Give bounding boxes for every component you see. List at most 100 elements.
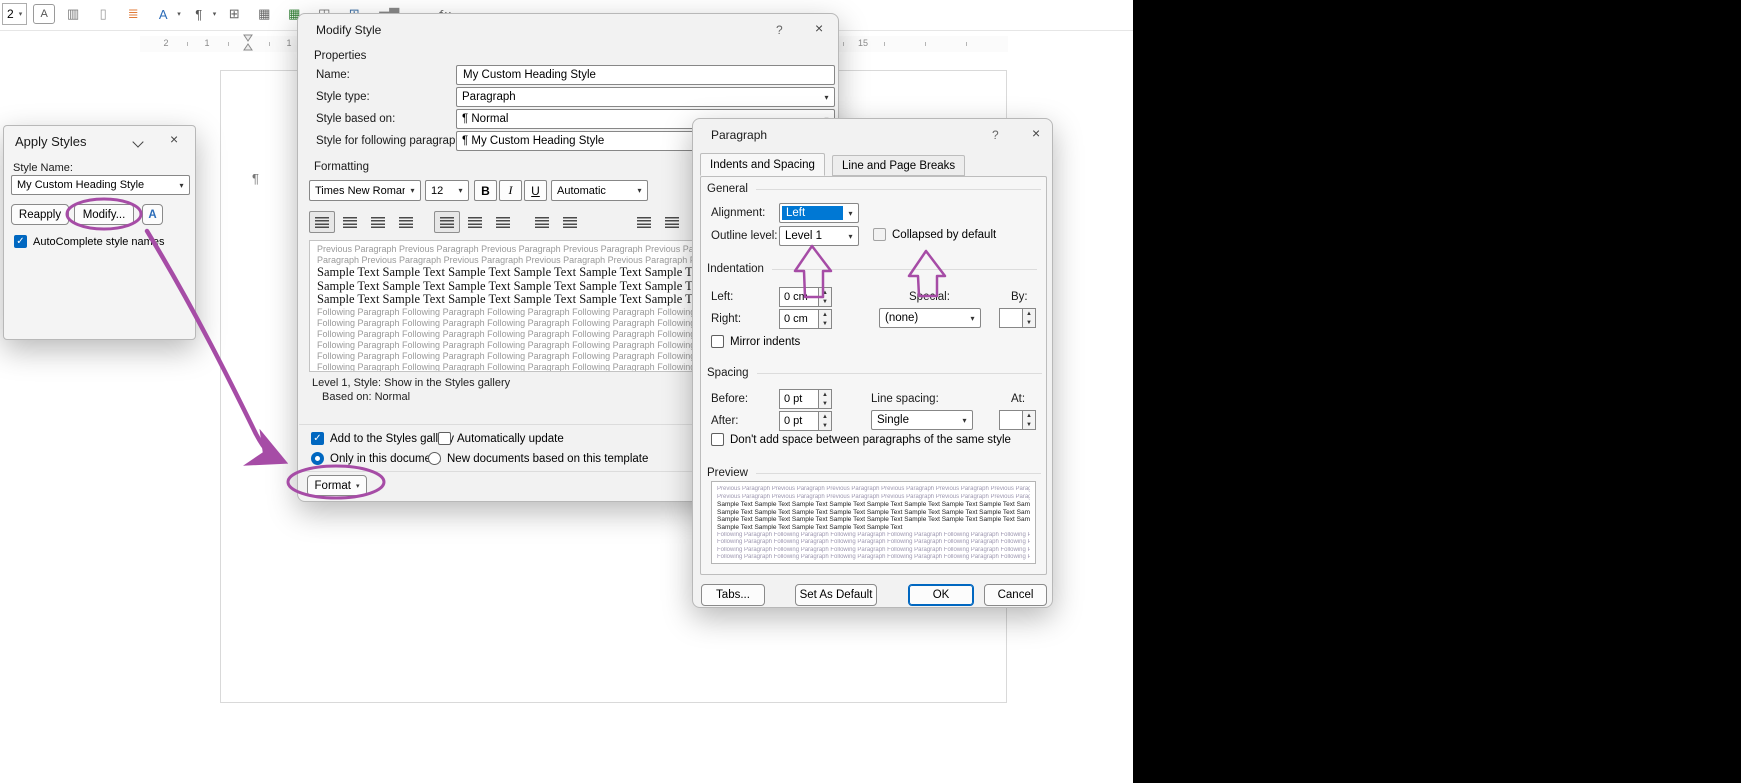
special-dropdown[interactable]: (none) ▾ bbox=[879, 308, 981, 328]
dropdown-arrow-icon[interactable]: ▾ bbox=[957, 416, 972, 425]
spinner-down-icon[interactable]: ▼ bbox=[819, 319, 831, 328]
preview-section-label: Preview bbox=[707, 467, 1041, 479]
spinner-up-icon[interactable]: ▲ bbox=[819, 412, 831, 421]
new-documents-radio[interactable]: New documents based on this template bbox=[428, 452, 648, 465]
style-name-label: Style Name: bbox=[13, 162, 73, 174]
screenshot-canvas: 2 ▾ A▥▯≣A▾¶▾⊞▦▦◫⊞▂▅▇▬ƒx 2112345678910111… bbox=[0, 0, 1741, 783]
close-icon[interactable]: × bbox=[1032, 125, 1040, 141]
format-button[interactable]: Format ▾ bbox=[307, 475, 367, 496]
spinner-down-icon[interactable]: ▼ bbox=[1023, 318, 1035, 327]
tabs-button[interactable]: Tabs... bbox=[701, 584, 765, 606]
at-label: At: bbox=[1011, 393, 1026, 405]
dropdown-arrow-icon[interactable]: ▾ bbox=[843, 232, 858, 241]
close-icon[interactable]: × bbox=[815, 20, 823, 36]
double-spacing-button[interactable] bbox=[490, 211, 516, 233]
insert-table-icon[interactable]: ▦ bbox=[252, 3, 276, 25]
increase-space-before-button[interactable] bbox=[529, 211, 555, 233]
spinner-down-icon[interactable]: ▼ bbox=[819, 421, 831, 430]
ok-button[interactable]: OK bbox=[908, 584, 974, 606]
tab-line-and-page-breaks[interactable]: Line and Page Breaks bbox=[832, 155, 966, 176]
text-box-icon[interactable]: A bbox=[33, 4, 56, 24]
help-icon[interactable]: ? bbox=[776, 23, 783, 37]
blank-page-icon[interactable]: ▯ bbox=[91, 3, 115, 25]
indent-marker-icon[interactable] bbox=[242, 34, 254, 52]
dropdown-arrow-icon[interactable]: ▾ bbox=[405, 186, 420, 195]
name-field[interactable]: My Custom Heading Style bbox=[456, 65, 835, 85]
align-justify-button[interactable] bbox=[393, 211, 419, 233]
spinner-up-icon[interactable]: ▲ bbox=[819, 390, 831, 399]
underline-button[interactable]: U bbox=[524, 180, 547, 201]
only-in-document-radio[interactable]: Only in this document bbox=[311, 452, 441, 465]
only-in-document-label: Only in this document bbox=[330, 452, 441, 465]
dropdown-arrow-icon[interactable]: ▾ bbox=[965, 314, 980, 323]
font-color-icon-arrow[interactable]: ▾ bbox=[177, 10, 181, 18]
mirror-indents-label: Mirror indents bbox=[730, 335, 801, 348]
indent-left-spinner[interactable]: 0 cm ▲ ▼ bbox=[779, 287, 832, 307]
add-to-gallery-checkbox[interactable]: ✓ Add to the Styles gallery bbox=[311, 432, 454, 445]
reapply-button[interactable]: Reapply bbox=[11, 204, 69, 225]
font-color-icon[interactable]: A bbox=[151, 3, 175, 25]
dropdown-arrow-icon[interactable]: ▾ bbox=[632, 186, 647, 195]
indent-right-spinner[interactable]: 0 cm ▲ ▼ bbox=[779, 309, 832, 329]
help-icon[interactable]: ? bbox=[992, 128, 999, 142]
font-color-dropdown[interactable]: Automatic ▾ bbox=[551, 180, 648, 201]
spinner-up-icon[interactable]: ▲ bbox=[819, 310, 831, 319]
single-spacing-icon bbox=[440, 216, 454, 228]
align-left-button[interactable] bbox=[309, 211, 335, 233]
chevron-down-icon[interactable] bbox=[132, 136, 144, 148]
style-preview-toggle-icon[interactable]: A bbox=[142, 204, 163, 225]
font-name-dropdown[interactable]: Times New Roman ▾ bbox=[309, 180, 421, 201]
mirror-indents-checkbox[interactable]: Mirror indents bbox=[711, 335, 800, 348]
numbered-list-icon[interactable]: ≣ bbox=[121, 3, 145, 25]
spacing-before-spinner[interactable]: 0 pt ▲ ▼ bbox=[779, 389, 832, 409]
tab-label: Indents and Spacing bbox=[710, 158, 815, 171]
style-description-line1: Level 1, Style: Show in the Styles galle… bbox=[312, 377, 511, 389]
zoom-dropdown-icon[interactable]: ▾ bbox=[19, 10, 23, 18]
spacing-after-spinner[interactable]: 0 pt ▲ ▼ bbox=[779, 411, 832, 431]
single-spacing-button[interactable] bbox=[434, 211, 460, 233]
bold-button[interactable]: B bbox=[474, 180, 497, 201]
paragraph-direction-icon-arrow[interactable]: ▾ bbox=[213, 10, 217, 18]
cancel-button[interactable]: Cancel bbox=[984, 584, 1047, 606]
table-grid-icon[interactable]: ⊞ bbox=[222, 3, 246, 25]
dropdown-arrow-icon[interactable]: ▾ bbox=[174, 181, 189, 190]
style-name-combobox[interactable]: My Custom Heading Style ▾ bbox=[11, 175, 190, 195]
style-type-dropdown[interactable]: Paragraph ▾ bbox=[456, 87, 835, 107]
set-as-default-button[interactable]: Set As Default bbox=[795, 584, 877, 606]
paragraph-direction-icon[interactable]: ¶ bbox=[187, 3, 211, 25]
outline-level-dropdown[interactable]: Level 1 ▾ bbox=[779, 226, 859, 246]
dialog-title: Paragraph bbox=[711, 128, 768, 142]
spinner-down-icon[interactable]: ▼ bbox=[1023, 420, 1035, 429]
spinner-down-icon[interactable]: ▼ bbox=[819, 297, 831, 306]
dropdown-arrow-icon[interactable]: ▾ bbox=[453, 186, 468, 195]
dropdown-arrow-icon[interactable]: ▾ bbox=[819, 93, 834, 102]
address-block-icon[interactable]: ▥ bbox=[61, 3, 85, 25]
increase-indent-button[interactable] bbox=[659, 211, 685, 233]
decrease-space-after-button[interactable] bbox=[557, 211, 583, 233]
spinner-down-icon[interactable]: ▼ bbox=[819, 399, 831, 408]
zoom-combo[interactable]: 2 ▾ bbox=[2, 3, 28, 25]
line-spacing-dropdown[interactable]: Single ▾ bbox=[871, 410, 973, 430]
dropdown-arrow-icon[interactable]: ▾ bbox=[843, 209, 858, 218]
close-icon[interactable]: × bbox=[170, 131, 178, 147]
indent-right-value: 0 cm bbox=[779, 309, 819, 329]
auto-update-checkbox[interactable]: Automatically update bbox=[438, 432, 564, 445]
align-center-button[interactable] bbox=[337, 211, 363, 233]
decrease-indent-button[interactable] bbox=[631, 211, 657, 233]
italic-button[interactable]: I bbox=[499, 180, 522, 201]
spinner-up-icon[interactable]: ▲ bbox=[1023, 411, 1035, 420]
tab-indents-and-spacing[interactable]: Indents and Spacing bbox=[700, 153, 825, 176]
collapsed-by-default-checkbox[interactable]: Collapsed by default bbox=[873, 228, 996, 241]
modify-button[interactable]: Modify... bbox=[74, 204, 134, 225]
font-size-dropdown[interactable]: 12 ▾ bbox=[425, 180, 469, 201]
align-right-button[interactable] bbox=[365, 211, 391, 233]
by-spinner[interactable]: ▲ ▼ bbox=[999, 308, 1036, 328]
one-half-spacing-button[interactable] bbox=[462, 211, 488, 233]
dont-add-space-checkbox[interactable]: Don't add space between paragraphs of th… bbox=[711, 433, 1011, 446]
spinner-up-icon[interactable]: ▲ bbox=[1023, 309, 1035, 318]
alignment-dropdown[interactable]: Left ▾ bbox=[779, 203, 859, 223]
space-after-icon bbox=[563, 216, 577, 228]
autocomplete-checkbox[interactable]: ✓ AutoComplete style names bbox=[14, 235, 164, 248]
at-spinner[interactable]: ▲ ▼ bbox=[999, 410, 1036, 430]
spinner-up-icon[interactable]: ▲ bbox=[819, 288, 831, 297]
